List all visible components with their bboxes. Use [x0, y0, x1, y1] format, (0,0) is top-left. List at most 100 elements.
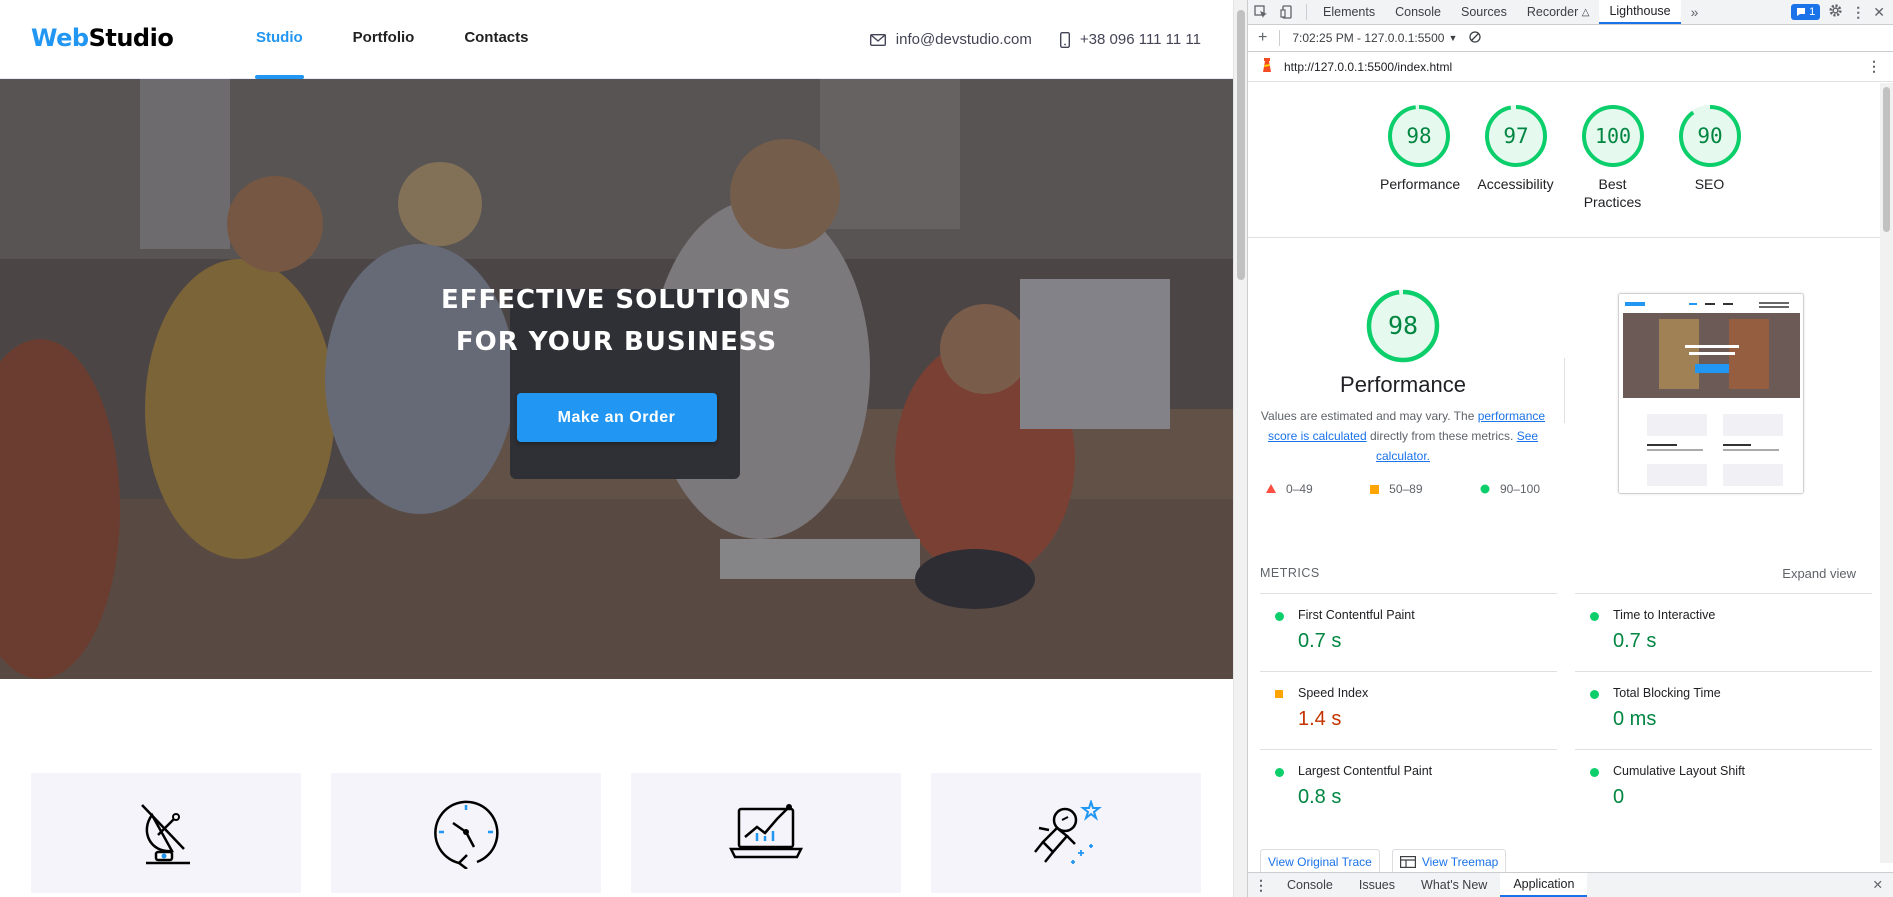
- gauge-ring: 100: [1581, 105, 1644, 167]
- metric-name: Time to Interactive: [1613, 608, 1716, 622]
- clear-reports-icon[interactable]: [1469, 30, 1482, 46]
- pass-circle-icon: [1590, 612, 1599, 621]
- mail-icon: [869, 33, 886, 46]
- report-menu-icon[interactable]: ⋮: [1867, 58, 1881, 75]
- metric-value: 1.4 s: [1298, 708, 1342, 730]
- report-scrollbar[interactable]: [1880, 83, 1893, 863]
- toolbar-separator: [1279, 30, 1281, 46]
- nav-contacts[interactable]: Contacts: [464, 0, 528, 79]
- metric-name: Largest Contentful Paint: [1298, 764, 1433, 778]
- view-treemap-label: View Treemap: [1421, 855, 1499, 869]
- hero-title: EFFECTIVE SOLUTIONS FOR YOUR BUSINESS: [0, 279, 1233, 363]
- page-screenshot-image: [1619, 294, 1803, 493]
- main-nav: Studio Portfolio Contacts: [255, 0, 529, 79]
- gauge-score: 100: [1594, 124, 1630, 148]
- section-separator: [1564, 358, 1565, 423]
- feature-card-astronaut: [931, 773, 1201, 893]
- report-scrollbar-thumb[interactable]: [1883, 87, 1890, 232]
- astronaut-icon: [1034, 800, 1102, 864]
- hero-section: EFFECTIVE SOLUTIONS FOR YOUR BUSINESS Ma…: [0, 79, 1233, 679]
- page-scrollbar-thumb[interactable]: [1237, 10, 1245, 280]
- gauge-label: Performance: [1380, 176, 1461, 192]
- drawer-tab-application[interactable]: Application: [1500, 873, 1588, 897]
- nav-studio[interactable]: Studio: [255, 0, 304, 79]
- circle-icon: [1480, 484, 1490, 494]
- legend-fail: 0–49: [1266, 482, 1313, 496]
- header-contacts: info@devstudio.com +38 096 111 11 11: [869, 0, 1201, 79]
- settings-gear-icon[interactable]: [1828, 3, 1843, 21]
- performance-gauge: 98: [1366, 289, 1440, 363]
- report-url[interactable]: http://127.0.0.1:5500/index.html: [1284, 60, 1452, 74]
- tab-recorder[interactable]: Recorder △: [1517, 0, 1600, 24]
- dropdown-caret-icon: ▼: [1448, 33, 1458, 43]
- logo[interactable]: WebStudio: [31, 24, 174, 52]
- drawer-menu-icon[interactable]: ⋮: [1248, 873, 1274, 897]
- gauge-label: Accessibility: [1477, 176, 1554, 192]
- email-text: info@devstudio.com: [895, 31, 1032, 48]
- message-icon: [1797, 8, 1806, 16]
- expand-view-toggle[interactable]: Expand view: [1782, 566, 1856, 581]
- pass-circle-icon: [1275, 612, 1284, 621]
- screen: WebStudio Studio Portfolio Contacts info…: [0, 0, 1893, 897]
- average-square-icon: [1275, 690, 1283, 698]
- lighthouse-toolbar: + 7:02:25 PM - 127.0.0.1:5500 ▼: [1248, 25, 1893, 52]
- feature-card-clock: [331, 773, 601, 893]
- metric-name: First Contentful Paint: [1298, 608, 1415, 622]
- email-link[interactable]: info@devstudio.com: [869, 31, 1032, 48]
- devtools-panel: Elements Console Sources Recorder △ Ligh…: [1248, 0, 1893, 897]
- more-tabs-icon[interactable]: »: [1681, 0, 1709, 24]
- gauge-best-practices[interactable]: 100 Best Practices: [1574, 103, 1651, 237]
- legend-pass: 90–100: [1480, 482, 1540, 496]
- gauge-label: Best Practices: [1583, 176, 1642, 210]
- close-drawer-icon[interactable]: ✕: [1873, 877, 1883, 892]
- tab-console[interactable]: Console: [1385, 0, 1451, 24]
- metric-tbt: Total Blocking Time 0 ms: [1575, 671, 1872, 749]
- drawer-tab-issues[interactable]: Issues: [1346, 873, 1408, 897]
- close-devtools-icon[interactable]: ✕: [1873, 4, 1885, 21]
- drawer-tab-console[interactable]: Console: [1274, 873, 1346, 897]
- metric-fcp: First Contentful Paint 0.7 s: [1260, 593, 1557, 671]
- nav-portfolio[interactable]: Portfolio: [353, 0, 415, 79]
- features-list: [31, 773, 1201, 893]
- performance-summary: 98 Performance Values are estimated and …: [1258, 288, 1548, 496]
- hero-title-line2: FOR YOUR BUSINESS: [455, 327, 778, 357]
- performance-score: 98: [1388, 311, 1418, 340]
- logo-web: Web: [31, 24, 89, 52]
- hero-title-line1: EFFECTIVE SOLUTIONS: [440, 285, 793, 315]
- site-header: WebStudio Studio Portfolio Contacts info…: [0, 0, 1233, 79]
- phone-link[interactable]: +38 096 111 11 11: [1059, 31, 1201, 48]
- metric-tti: Time to Interactive 0.7 s: [1575, 593, 1872, 671]
- lighthouse-report: 98 Performance 97 Accessibility 100 Best…: [1248, 83, 1880, 863]
- pass-circle-icon: [1275, 768, 1284, 777]
- gauge-seo[interactable]: 90 SEO: [1671, 103, 1748, 237]
- legend-pass-label: 90–100: [1499, 482, 1540, 496]
- drawer-tab-whats-new[interactable]: What's New: [1408, 873, 1500, 897]
- inspect-element-icon[interactable]: [1248, 0, 1274, 24]
- metric-name: Total Blocking Time: [1613, 686, 1721, 700]
- new-report-icon[interactable]: +: [1258, 29, 1267, 47]
- page-scrollbar[interactable]: [1233, 0, 1247, 897]
- feature-card-laptop: [631, 773, 901, 893]
- desc-text-2: directly from these metrics.: [1366, 429, 1517, 443]
- gauge-performance[interactable]: 98 Performance: [1380, 103, 1461, 237]
- gauge-accessibility[interactable]: 97 Accessibility: [1477, 103, 1554, 237]
- metrics-grid: First Contentful Paint 0.7 s Time to Int…: [1260, 593, 1872, 827]
- tab-sources[interactable]: Sources: [1451, 0, 1517, 24]
- more-options-icon[interactable]: ⋮: [1851, 4, 1865, 21]
- score-legend: 0–49 50–89 90–100: [1258, 482, 1548, 496]
- tab-lighthouse[interactable]: Lighthouse: [1599, 0, 1681, 24]
- metric-value: 0: [1613, 786, 1625, 808]
- metric-name: Speed Index: [1298, 686, 1369, 700]
- metrics-title: METRICS: [1260, 566, 1320, 580]
- performance-section: 98 Performance Values are estimated and …: [1248, 238, 1880, 563]
- make-order-button[interactable]: Make an Order: [516, 393, 717, 442]
- report-selector[interactable]: 7:02:25 PM - 127.0.0.1:5500 ▼: [1292, 31, 1457, 45]
- tab-elements[interactable]: Elements: [1313, 0, 1385, 24]
- gauge-ring: 98: [1387, 105, 1450, 167]
- device-toolbar-icon[interactable]: [1274, 0, 1300, 24]
- performance-title: Performance: [1340, 372, 1466, 397]
- final-screenshot-thumbnail[interactable]: [1618, 293, 1804, 494]
- gauge-ring: 97: [1484, 105, 1547, 167]
- issues-badge[interactable]: 1: [1791, 4, 1821, 20]
- treemap-icon: [1399, 856, 1416, 868]
